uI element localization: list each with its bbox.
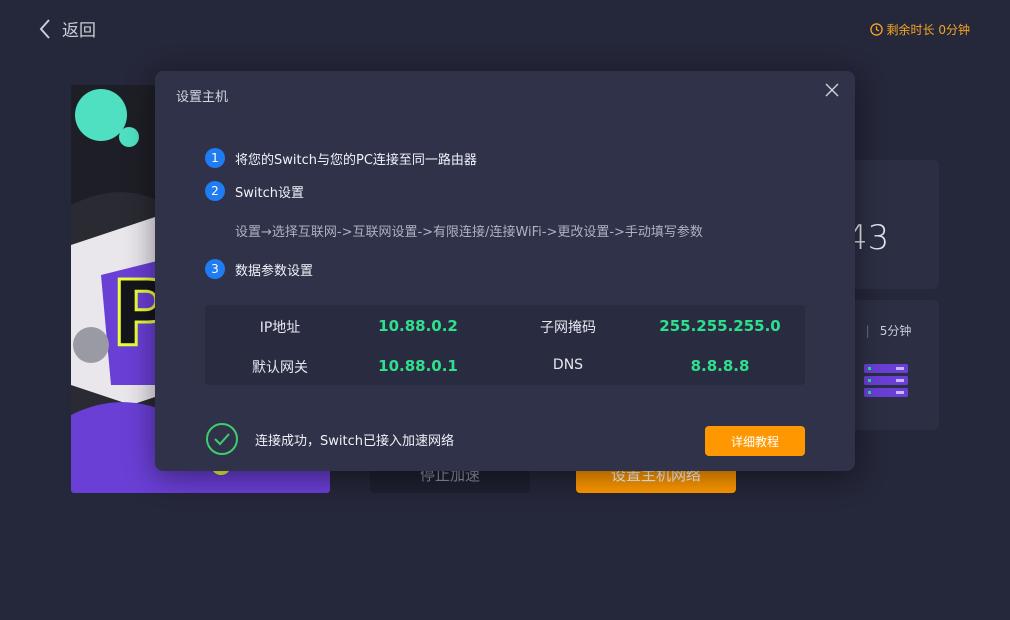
step-2: 2 Switch设置	[205, 181, 304, 201]
step-1: 1 将您的Switch与您的PC连接至同一路由器	[205, 148, 477, 168]
step-number-badge: 3	[205, 259, 225, 279]
step-label: Switch设置	[235, 185, 304, 201]
step-number-badge: 2	[205, 181, 225, 201]
step-3: 3 数据参数设置	[205, 259, 313, 279]
server-icon	[864, 364, 908, 397]
setup-host-dialog: 设置主机 1 将您的Switch与您的PC连接至同一路由器 2 Switch设置…	[155, 71, 855, 471]
divider: |	[865, 323, 870, 338]
dns-label: DNS	[552, 357, 584, 373]
connection-status-text: 连接成功，Switch已接入加速网络	[255, 433, 454, 449]
check-circle-icon	[206, 423, 238, 455]
ip-value: 10.88.0.2	[378, 317, 458, 335]
back-button[interactable]: 返回	[38, 16, 96, 41]
duration-options: 0 | 5分钟	[848, 322, 911, 339]
step-label: 数据参数设置	[235, 263, 314, 279]
remaining-time: 剩余时长 0分钟	[869, 21, 970, 38]
chevron-left-icon	[39, 18, 50, 39]
duration-option[interactable]: 5分钟	[880, 322, 912, 339]
remaining-time-label: 剩余时长 0分钟	[886, 23, 970, 37]
back-label: 返回	[62, 21, 96, 41]
connection-status: 连接成功，Switch已接入加速网络	[205, 422, 454, 456]
step-label: 将您的Switch与您的PC连接至同一路由器	[235, 152, 477, 168]
gateway-label: 默认网关	[252, 360, 308, 376]
step-number-badge: 1	[205, 148, 225, 168]
gateway-value: 10.88.0.1	[378, 357, 458, 375]
dns-value: 8.8.8.8	[690, 357, 750, 375]
detailed-tutorial-button[interactable]: 详细教程	[705, 426, 805, 456]
clock-icon	[869, 23, 883, 36]
ip-label: IP地址	[259, 320, 301, 336]
close-button[interactable]	[825, 82, 839, 97]
dialog-title: 设置主机	[176, 90, 229, 105]
subnet-value: 255.255.255.0	[659, 317, 781, 335]
close-icon	[825, 83, 839, 97]
subnet-label: 子网掩码	[540, 320, 596, 336]
switch-settings-path: 设置→选择互联网->互联网设置->有限连接/连接WiFi->更改设置->手动填写…	[235, 225, 703, 240]
network-params-table: IP地址 10.88.0.2 子网掩码 255.255.255.0 默认网关 1…	[205, 305, 805, 385]
